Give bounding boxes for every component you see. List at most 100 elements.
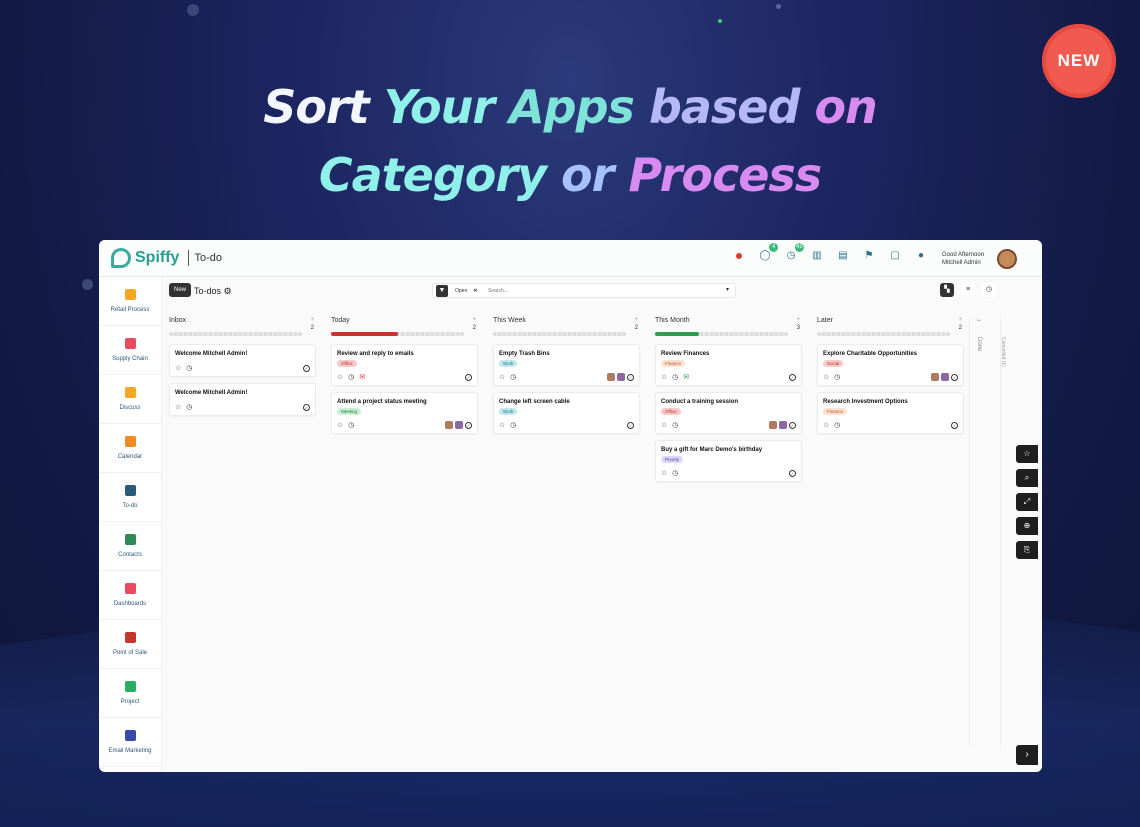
activity-view-icon[interactable]: ◷ [982, 283, 996, 297]
user-avatar[interactable] [617, 373, 625, 381]
add-icon[interactable]: + [310, 317, 314, 323]
signpost-icon[interactable]: ⚑ [863, 250, 875, 262]
kanban-card[interactable]: Empty Trash Bins Work ☆ ◷ ✓ [493, 344, 640, 386]
star-icon[interactable]: ☆ [661, 469, 667, 477]
star-icon[interactable]: ☆ [661, 421, 667, 429]
card-icon[interactable]: ▤ [837, 250, 849, 262]
sidebar-item[interactable]: Discuss [99, 375, 161, 424]
user-avatar[interactable] [445, 421, 453, 429]
add-icon[interactable]: + [796, 317, 800, 323]
user-avatar[interactable] [941, 373, 949, 381]
done-check-icon[interactable]: ✓ [627, 373, 634, 381]
sidebar-item[interactable]: Project [99, 669, 161, 718]
kanban-card[interactable]: Review and reply to emails Office ☆ ◷ ✉ ✓ [331, 344, 478, 386]
kanban-card[interactable]: Welcome Mitchell Admin! ☆ ◷ ✓ [169, 344, 316, 377]
done-check-icon[interactable]: ✓ [951, 422, 958, 429]
bookmark-icon[interactable]: ⎘ [1016, 541, 1038, 559]
star-icon[interactable]: ☆ [499, 421, 505, 429]
column-header[interactable]: Today + [331, 317, 478, 327]
column-progress-bar[interactable] [655, 332, 788, 336]
sidebar-item[interactable]: Point of Sale [99, 620, 161, 669]
star-icon[interactable]: ☆ [175, 364, 181, 372]
kanban-view-icon[interactable]: ▚ [940, 283, 954, 297]
kanban-card[interactable]: Conduct a training session Office ☆ ◷ ✓ [655, 392, 802, 434]
activity-clock-icon[interactable]: ◷ [510, 373, 516, 381]
expand-arrows-icon[interactable]: ↔ [976, 317, 982, 323]
activity-clock-icon[interactable]: ◷ [672, 421, 678, 429]
kanban-card[interactable]: Change left screen cable Work ☆ ◷ ✓ [493, 392, 640, 434]
column-header[interactable]: This Month + [655, 317, 802, 327]
user-avatar[interactable] [769, 421, 777, 429]
app-title[interactable]: To-do [194, 252, 222, 264]
activity-clock-icon[interactable]: ◷ [834, 373, 840, 381]
gear-icon[interactable]: ⚙ [224, 286, 232, 296]
done-check-icon[interactable]: ✓ [303, 365, 310, 372]
column-progress-bar[interactable] [817, 332, 950, 336]
sidebar-item[interactable]: Calendar [99, 424, 161, 473]
star-icon[interactable]: ☆ [1016, 445, 1038, 463]
kanban-card[interactable]: Review Finances Finance ☆ ◷ ✉ ✓ [655, 344, 802, 386]
star-icon[interactable]: ☆ [823, 421, 829, 429]
activity-clock-icon[interactable]: ◷ [348, 421, 354, 429]
column-header[interactable]: This Week + [493, 317, 640, 327]
done-check-icon[interactable]: ✓ [627, 422, 634, 429]
expand-icon[interactable]: ⤢ [1016, 493, 1038, 511]
sidebar-item[interactable]: Supply Chain [99, 326, 161, 375]
zoom-icon[interactable]: ⊕ [1016, 517, 1038, 535]
kanban-card[interactable]: Attend a project status meeting Meeting ☆ ◷… [331, 392, 478, 434]
column-progress-bar[interactable] [331, 332, 464, 336]
mail-icon[interactable]: ✉ [359, 373, 365, 381]
user-avatar[interactable] [607, 373, 615, 381]
star-icon[interactable]: ☆ [499, 373, 505, 381]
kanban-card[interactable]: Welcome Mitchell Admin! ☆ ◷ ✓ [169, 383, 316, 416]
sidebar-item[interactable]: Dashboards [99, 571, 161, 620]
star-icon[interactable]: ☆ [175, 403, 181, 411]
done-check-icon[interactable]: ✓ [303, 404, 310, 411]
kanban-card[interactable]: Buy a gift for Marc Demo's birthday Prior… [655, 440, 802, 482]
done-check-icon[interactable]: ✓ [951, 373, 958, 381]
star-icon[interactable]: ☆ [661, 373, 667, 381]
activity-clock-icon[interactable]: ◷ [348, 373, 354, 381]
new-button[interactable]: New [169, 283, 192, 297]
user-avatar[interactable] [779, 421, 787, 429]
user-avatar[interactable] [455, 421, 463, 429]
done-check-icon[interactable]: ✓ [465, 374, 472, 381]
building-icon[interactable]: ▥ [811, 250, 823, 262]
list-view-icon[interactable]: ≡ [961, 283, 975, 297]
caret-down-icon[interactable]: ▾ [726, 286, 729, 293]
done-check-icon[interactable]: ✓ [465, 421, 472, 429]
user-avatar[interactable] [931, 373, 939, 381]
folded-column-done[interactable]: ↔ Done [969, 317, 1001, 747]
folded-column-cancelled[interactable]: Cancelled (1) [1000, 337, 1006, 367]
sidebar-item[interactable]: Contacts [99, 522, 161, 571]
chevron-right-icon[interactable]: › [1016, 745, 1038, 765]
search-input[interactable] [488, 285, 718, 296]
add-icon[interactable]: + [472, 317, 476, 323]
add-icon[interactable]: + [634, 317, 638, 323]
done-check-icon[interactable]: ✓ [789, 374, 796, 381]
done-check-icon[interactable]: ✓ [789, 421, 796, 429]
close-icon[interactable]: ✕ [473, 288, 477, 294]
column-header[interactable]: Later + [817, 317, 964, 327]
star-icon[interactable]: ☆ [823, 373, 829, 381]
column-progress-bar[interactable] [493, 332, 626, 336]
note-icon[interactable]: ▢ [889, 250, 901, 262]
activity-clock-icon[interactable]: ◷ [672, 373, 678, 381]
filter-chip[interactable]: Open ✕ [452, 286, 480, 296]
activity-clock-icon[interactable]: ◷ [186, 403, 192, 411]
add-icon[interactable]: + [958, 317, 962, 323]
kanban-card[interactable]: Explore Charitable Opportunities Social ☆ ◷… [817, 344, 964, 386]
star-icon[interactable]: ☆ [337, 373, 343, 381]
activity-clock-icon[interactable]: ◷ [834, 421, 840, 429]
sidebar-item[interactable]: Email Marketing [99, 718, 161, 767]
mail-icon[interactable]: ✉ [683, 373, 689, 381]
sidebar-item[interactable]: To-do [99, 473, 161, 522]
activity-clock-icon[interactable]: ◷ [510, 421, 516, 429]
filter-icon[interactable]: ▼ [436, 285, 448, 297]
record-icon[interactable] [733, 250, 745, 262]
column-progress-bar[interactable] [169, 332, 302, 336]
kanban-card[interactable]: Research Investment Options Finance ☆ ◷ ✓ [817, 392, 964, 434]
done-check-icon[interactable]: ✓ [789, 470, 796, 477]
activity-clock-icon[interactable]: ◷ [186, 364, 192, 372]
clock-icon[interactable]: ◷ 45 [785, 243, 804, 262]
